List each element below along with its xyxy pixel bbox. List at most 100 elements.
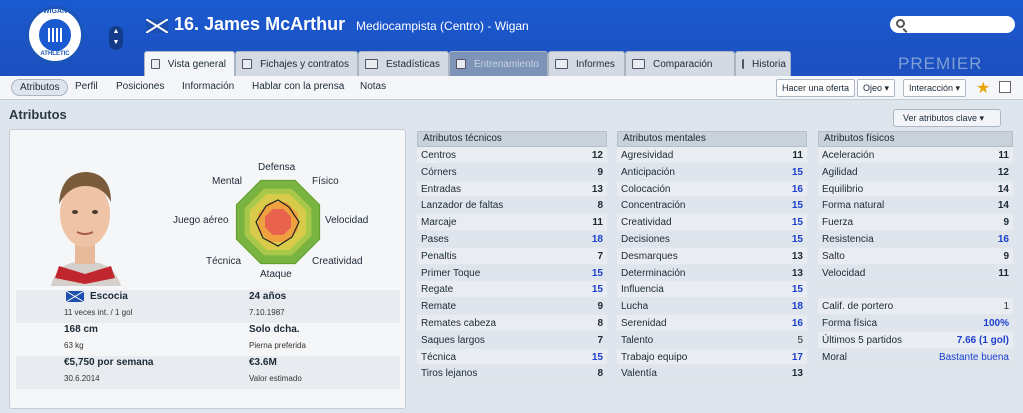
preferred-foot: Solo dcha. [249,324,300,335]
key-attributes-button[interactable]: Ver atributos clave ▾ [893,109,1001,127]
attribute-row[interactable]: Serenidad 16 [617,314,807,332]
tab-stats[interactable]: Estadísticas [358,51,449,76]
scout-dropdown[interactable]: Ojeo ▾ [857,79,896,97]
attribute-row[interactable]: Últimos 5 partidos 7.66 (1 gol) [818,331,1013,349]
attribute-row[interactable]: Moral Bastante buena [818,349,1013,366]
subnav-profile[interactable]: Perfil [75,81,98,92]
attribute-name: Primer Toque [421,267,481,279]
attribute-value: 16 [997,233,1009,245]
attribute-value: 13 [791,250,803,262]
attribute-value: 9 [1003,250,1009,262]
attribute-row[interactable]: Centros 12 [417,147,607,164]
attribute-name: Concentración [621,200,686,212]
star-icon[interactable]: ★ [976,78,990,98]
attribute-row[interactable]: Aceleración 11 [818,147,1013,164]
attribute-name: Saques largos [421,334,485,346]
attribute-name: Lanzador de faltas [421,200,504,212]
crest-emblem [37,17,73,53]
attribute-row[interactable]: Forma física 100% [818,315,1013,332]
right-eye [92,210,98,214]
add-note-icon[interactable] [999,81,1011,93]
attribute-row[interactable]: Forma natural 14 [818,197,1013,215]
attribute-row[interactable]: Fuerza 9 [818,214,1013,231]
attribute-value: 8 [597,317,603,329]
attribute-value: 12 [997,166,1009,178]
attribute-row[interactable]: Talento 5 [617,332,807,349]
attribute-row[interactable]: Calif. de portero 1 [818,298,1013,316]
contract-icon [242,59,253,69]
attribute-row[interactable]: Influencia 15 [617,281,807,299]
attribute-row[interactable]: Primer Toque 15 [417,265,607,282]
attribute-value: 15 [591,351,603,363]
make-offer-button[interactable]: Hacer una oferta [776,79,856,97]
attribute-row[interactable]: Trabajo equipo 17 [617,348,807,366]
attribute-row[interactable]: Determinación 13 [617,265,807,282]
league-watermark: PREMIER [898,54,983,73]
overview-icon [151,59,160,69]
attribute-row[interactable]: Anticipación 15 [617,164,807,181]
attribute-name: Determinación [621,267,686,279]
attribute-value: 15 [791,233,803,245]
attribute-row[interactable]: Entradas 13 [417,180,607,198]
attribute-row[interactable]: Pases 18 [417,231,607,248]
attribute-row[interactable]: Remates cabeza 8 [417,314,607,332]
attribute-name: Aceleración [822,150,875,161]
player-stepper[interactable]: ▲ ▼ [109,26,123,50]
tab-transfers[interactable]: Fichajes y contratos [235,51,358,76]
attribute-row[interactable]: Concentración 15 [617,197,807,215]
attribute-row[interactable]: Decisiones 15 [617,231,807,248]
nation[interactable]: Escocia [90,291,128,302]
subnav-notes[interactable]: Notas [360,81,386,92]
scout-label: Ojeo [863,83,883,93]
club-crest[interactable]: WIGAN ATHLETIC [26,6,84,64]
attribute-row[interactable]: Remate 9 [417,298,607,315]
attribute-row[interactable]: Tiros lejanos 8 [417,365,607,383]
attribute-name: Forma natural [822,200,885,212]
subnav-information[interactable]: Información [182,81,234,92]
attribute-name: Creatividad [621,217,672,229]
attribute-row[interactable]: Equilibrio 14 [818,180,1013,198]
attribute-row[interactable]: Colocación 16 [617,180,807,198]
attribute-row[interactable]: Creatividad 15 [617,214,807,231]
attribute-row[interactable]: Saques largos 7 [417,332,607,349]
attribute-name: Decisiones [621,233,670,245]
attribute-row[interactable]: Regate 15 [417,281,607,299]
attribute-row[interactable]: Agilidad 12 [818,164,1013,181]
attribute-value: 9 [597,166,603,178]
attribute-value: 15 [791,166,803,178]
mental-rows: Agresividad 11 Anticipación 15 Colocación 16 C… [617,147,807,383]
attribute-row[interactable]: Lucha 18 [617,298,807,315]
info-row-nation: Escocia 11 veces int. / 1 gol 24 años 7.… [16,290,400,323]
subnav-press[interactable]: Hablar con la prensa [252,81,344,92]
attribute-name: Últimos 5 partidos [822,334,903,346]
attribute-row[interactable]: Valentía 13 [617,365,807,383]
interaction-dropdown[interactable]: Interacción ▾ [903,79,967,97]
attribute-row[interactable]: Salto 9 [818,247,1013,265]
tab-comparison[interactable]: Comparación [625,51,735,76]
attribute-name: Centros [421,150,457,161]
attribute-name: Córners [421,166,457,178]
attribute-name: Calif. de portero [822,301,894,313]
tab-label: Vista general [167,58,226,70]
attribute-row[interactable]: Desmarques 13 [617,247,807,265]
attribute-row[interactable]: Agresividad 11 [617,147,807,164]
subnav-attributes[interactable]: Atributos [11,79,69,96]
attribute-row[interactable]: Velocidad 11 [818,265,1013,282]
attribute-value: 9 [1003,217,1009,229]
attribute-row[interactable]: Técnica 15 [417,348,607,366]
player-subtitle[interactable]: Mediocampista (Centro) - Wigan [356,19,529,33]
attribute-name: Colocación [621,183,671,195]
tab-history[interactable]: Historia [735,51,791,76]
attribute-row[interactable]: Lanzador de faltas 8 [417,197,607,215]
height: 168 cm [64,324,98,335]
attribute-row[interactable]: Marcaje 11 [417,214,607,231]
attribute-row[interactable]: Resistencia 16 [818,231,1013,248]
attribute-row[interactable]: Penaltis 7 [417,247,607,265]
tab-reports[interactable]: Informes [548,51,625,76]
tab-overview[interactable]: Vista general [144,51,235,76]
subnav-positions[interactable]: Posiciones [116,81,164,92]
attribute-row[interactable]: Córners 9 [417,164,607,181]
player-name: 16. James McArthur [174,14,346,34]
search-input[interactable] [890,16,1015,33]
attribute-value: 8 [597,368,603,380]
